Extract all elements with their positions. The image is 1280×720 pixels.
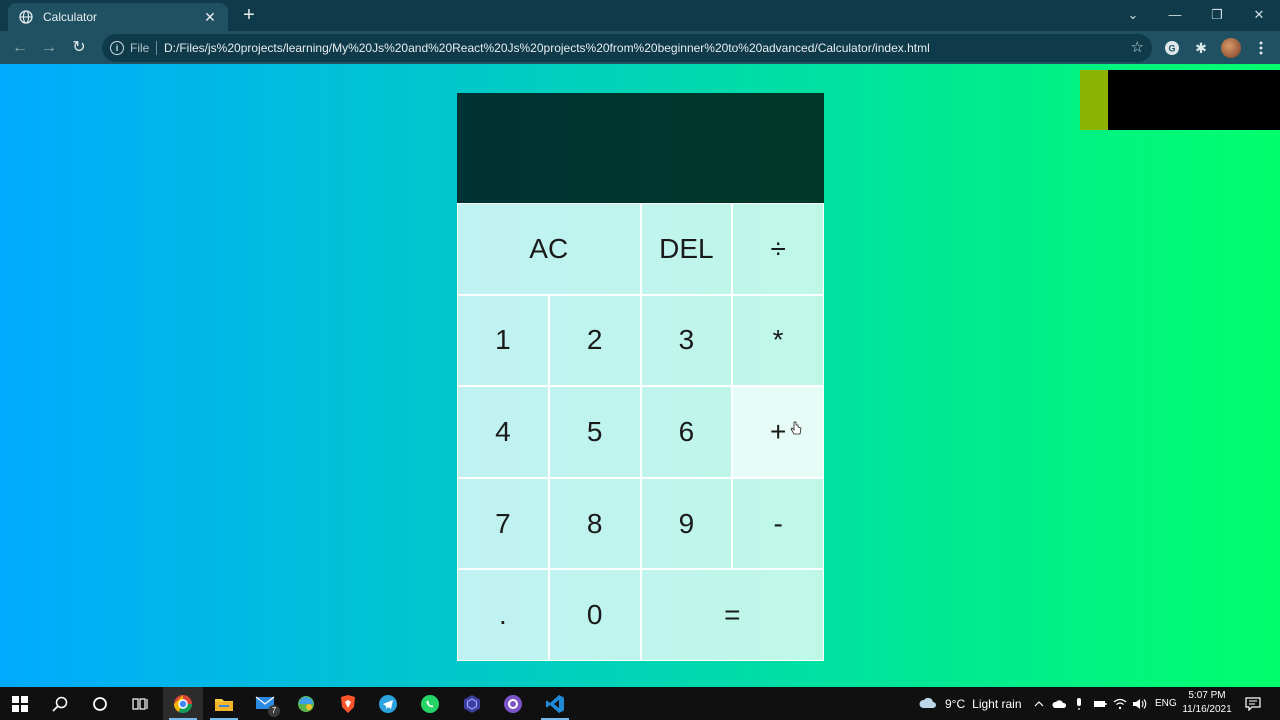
back-button[interactable]: ←: [8, 36, 32, 60]
calculator-grid: AC DEL ÷ 1 2 3 * 4 5 6 + 7 8 9 - . 0 =: [457, 93, 824, 661]
cortana-icon[interactable]: [80, 687, 120, 720]
clock-date: 11/16/2021: [1182, 704, 1232, 715]
whatsapp-icon[interactable]: [410, 687, 450, 720]
equals-button[interactable]: =: [640, 569, 824, 661]
mail-icon[interactable]: 7: [246, 687, 286, 720]
microphone-icon[interactable]: [1075, 687, 1083, 720]
digit-6-button[interactable]: 6: [640, 386, 733, 478]
divide-button[interactable]: ÷: [732, 203, 824, 295]
digit-1-button[interactable]: 1: [457, 294, 549, 387]
show-hidden-icons-chevron-icon[interactable]: [1034, 687, 1044, 720]
forward-button[interactable]: →: [37, 36, 61, 60]
search-icon[interactable]: [40, 687, 80, 720]
digit-5-button[interactable]: 5: [548, 386, 641, 478]
address-bar[interactable]: i File D:/Files/js%20projects/learning/M…: [102, 34, 1152, 62]
digit-4-button[interactable]: 4: [457, 386, 549, 478]
battery-icon[interactable]: [1093, 687, 1107, 720]
decimal-point-button[interactable]: .: [457, 569, 549, 661]
volume-icon[interactable]: [1132, 687, 1148, 720]
github-desktop-icon[interactable]: [493, 687, 533, 720]
extension-badge-icon[interactable]: G: [1161, 37, 1183, 59]
browser-tabstrip: Calculator ✕ + ⌄ — ❐ ✕: [0, 0, 1280, 31]
notification-center-icon[interactable]: [1245, 687, 1261, 720]
clock-time: 5:07 PM: [1188, 690, 1226, 701]
overlay-olive-block: [1080, 70, 1108, 130]
digit-0-button[interactable]: 0: [548, 569, 641, 661]
multiply-button[interactable]: *: [732, 294, 824, 387]
tab-search-icon[interactable]: ⌄: [1118, 4, 1148, 26]
onedrive-icon[interactable]: [1052, 687, 1068, 720]
tab-close-icon[interactable]: ✕: [202, 9, 218, 26]
mail-badge: 7: [268, 705, 280, 717]
reload-button[interactable]: ↻: [67, 36, 91, 60]
hexagon-app-icon[interactable]: [452, 687, 492, 720]
browser-toolbar: ← → ↻ i File D:/Files/js%20projects/lear…: [0, 31, 1280, 64]
add-button[interactable]: +: [732, 386, 824, 478]
tab-title: Calculator: [43, 10, 98, 24]
page-viewport: AC DEL ÷ 1 2 3 * 4 5 6 + 7 8 9 - . 0 =: [0, 64, 1280, 687]
profile-avatar[interactable]: [1220, 37, 1242, 59]
digit-2-button[interactable]: 2: [548, 294, 641, 387]
overlay-black-block: [1108, 70, 1280, 130]
system-clock[interactable]: 5:07 PM 11/16/2021: [1180, 689, 1234, 717]
browser-tab[interactable]: Calculator ✕: [8, 3, 228, 31]
omnibox-divider: [156, 41, 157, 55]
all-clear-button[interactable]: AC: [457, 203, 641, 295]
minimize-button[interactable]: —: [1160, 4, 1190, 26]
browser-menu-icon[interactable]: [1250, 37, 1272, 59]
cloud-rain-icon: [919, 697, 936, 708]
digit-3-button[interactable]: 3: [640, 294, 733, 387]
digit-8-button[interactable]: 8: [548, 477, 641, 570]
subtract-button[interactable]: -: [732, 477, 824, 570]
input-language[interactable]: ENG: [1155, 687, 1177, 720]
weather-description: Light rain: [972, 696, 1022, 711]
extensions-puzzle-icon[interactable]: ✱: [1190, 37, 1212, 59]
weather-widget[interactable]: 9°C Light rain: [918, 687, 1022, 720]
url-text[interactable]: D:/Files/js%20projects/learning/My%20Js%…: [164, 41, 930, 55]
info-icon[interactable]: i: [110, 41, 124, 55]
hand-pointer-icon: [790, 421, 802, 435]
delete-button[interactable]: DEL: [640, 203, 733, 295]
digit-9-button[interactable]: 9: [640, 477, 733, 570]
bookmark-star-icon[interactable]: ☆: [1131, 38, 1144, 56]
telegram-icon[interactable]: [368, 687, 408, 720]
windows-start-icon[interactable]: [0, 687, 40, 720]
url-scheme-label: File: [130, 41, 150, 55]
digit-7-button[interactable]: 7: [457, 477, 549, 570]
restore-button[interactable]: ❐: [1202, 4, 1232, 26]
chrome-taskbar-icon[interactable]: [163, 687, 203, 720]
weather-temperature: 9°C: [945, 696, 966, 711]
windows-taskbar: 7 9°C Light rain ENG 5:07 PM 11/16/2021: [0, 687, 1280, 720]
file-explorer-icon[interactable]: [204, 687, 244, 720]
svg-text:G: G: [1168, 44, 1175, 54]
new-tab-button[interactable]: +: [238, 4, 260, 26]
vscode-icon[interactable]: [535, 687, 575, 720]
window-close-button[interactable]: ✕: [1244, 4, 1274, 26]
photos-icon[interactable]: [286, 687, 326, 720]
brave-browser-icon[interactable]: [328, 687, 368, 720]
task-view-icon[interactable]: [120, 687, 160, 720]
calculator-output: [457, 93, 824, 203]
wifi-icon[interactable]: [1113, 687, 1127, 720]
globe-icon: [18, 9, 34, 25]
